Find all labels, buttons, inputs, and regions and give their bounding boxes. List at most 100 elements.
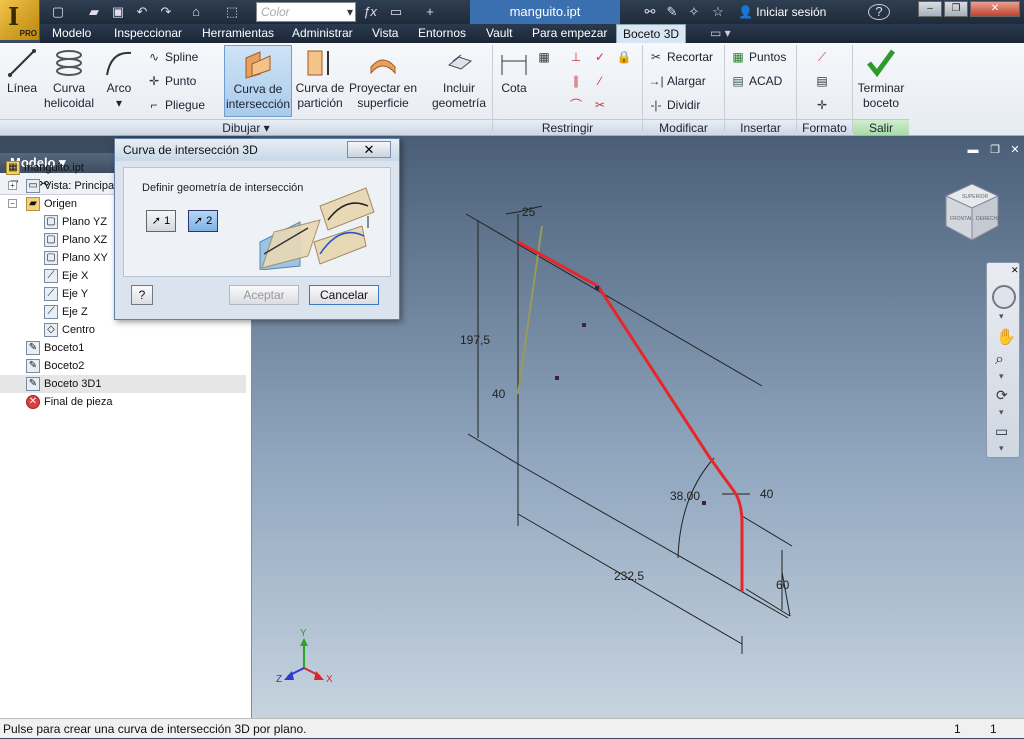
fix-constraint[interactable]: 🔒 — [616, 47, 635, 67]
terminar-boceto-button[interactable]: Terminar boceto — [856, 47, 906, 111]
coincident-constraint[interactable]: ✓ — [592, 47, 611, 67]
panel-modificar: Modificar — [643, 119, 724, 135]
arco-label: Arco — [106, 81, 132, 95]
color-selector[interactable]: Color ▾ — [256, 2, 356, 22]
wrench-icon[interactable]: ✎ — [662, 3, 682, 21]
curva-interseccion-label-2: intersección — [225, 97, 291, 111]
viewcube[interactable]: SUPERIOR FRONTAL DERECHA — [940, 180, 1004, 244]
close-button[interactable]: ✕ — [970, 1, 1020, 17]
binoculars-icon[interactable]: ⚯ — [640, 3, 660, 21]
restore-button[interactable]: ❐ — [944, 1, 968, 17]
dialog-close-button[interactable]: ✕ — [347, 141, 391, 158]
intersection-curve — [517, 240, 744, 592]
panel-dibujar[interactable]: Dibujar ▾ — [0, 119, 492, 135]
viewport-minimize-icon[interactable]: ▬ — [966, 143, 980, 157]
sign-in-button[interactable]: 👤 Iniciar sesión — [738, 0, 826, 24]
zoom-icon[interactable]: ⌕ — [995, 351, 1004, 369]
tree-item-label: Eje Y — [62, 288, 89, 300]
construction-button[interactable]: ⟋ — [814, 47, 833, 67]
sketch-point — [595, 286, 599, 290]
tree-item-label: Final de pieza — [44, 396, 113, 408]
parallel-constraint[interactable]: ∥ — [568, 71, 587, 91]
expand-icon[interactable]: + — [8, 181, 17, 190]
split-icon: -|- — [650, 98, 662, 112]
tree-item[interactable]: ✎ Boceto 3D1 — [0, 375, 246, 393]
look-at-icon[interactable]: ▭ — [995, 423, 1008, 440]
viewport-restore-icon[interactable]: ❐ — [988, 143, 1002, 157]
application-menu-button[interactable]: I PRO — [0, 0, 40, 40]
tree-item[interactable]: ✎ Boceto1 — [0, 339, 246, 357]
curva-interseccion-button[interactable]: Curva de intersección — [224, 45, 292, 117]
plus-icon[interactable]: + — [420, 3, 440, 21]
arco-button[interactable]: Arco ▾ — [98, 47, 140, 111]
save-icon[interactable]: ▣ — [108, 3, 128, 21]
arc-icon — [106, 51, 132, 76]
ribbon-options-icon[interactable]: ▭ ▾ — [704, 24, 737, 43]
perpendicular-constraint[interactable]: ⊥ — [568, 47, 587, 67]
accept-button[interactable]: Aceptar — [229, 285, 299, 305]
tab-vista[interactable]: Vista — [366, 24, 404, 43]
tab-para-empezar[interactable]: Para empezar — [526, 24, 613, 43]
help-icon[interactable]: ? — [868, 4, 890, 20]
tree-item[interactable]: ✕ Final de pieza — [0, 393, 246, 411]
select-geometry-1-button[interactable]: ➚ 1 — [146, 210, 176, 232]
viewport-close-icon[interactable]: ✕ — [1008, 143, 1022, 157]
tab-modelo[interactable]: Modelo — [46, 24, 97, 43]
pliegue-button[interactable]: ⌐ Pliegue — [146, 95, 205, 115]
cancel-button[interactable]: Cancelar — [309, 285, 379, 305]
tangent-constraint[interactable]: ⌒ — [568, 95, 587, 115]
tab-herramientas[interactable]: Herramientas — [196, 24, 280, 43]
pan-hand-icon[interactable]: ✋ — [996, 327, 1016, 347]
recortar-button[interactable]: ✂ Recortar — [648, 47, 713, 67]
panel-restringir: Restringir — [493, 119, 642, 135]
dimension-40-left: 40 — [492, 387, 506, 401]
curva-particion-button[interactable]: Curva de partición — [294, 47, 346, 111]
tab-inspeccionar[interactable]: Inspeccionar — [108, 24, 188, 43]
tab-administrar[interactable]: Administrar — [286, 24, 359, 43]
tree-item[interactable]: ◇ Centro — [0, 321, 246, 339]
proyectar-button[interactable]: Proyectar en superficie — [348, 47, 418, 111]
punto-button[interactable]: ✛ Punto — [146, 71, 196, 91]
project-surface-icon — [370, 59, 396, 75]
linea-button[interactable]: Línea — [2, 47, 42, 96]
navbar-close-icon[interactable]: ✕ — [1011, 265, 1019, 276]
curva-helicoidal-button[interactable]: Curva helicoidal — [42, 47, 96, 111]
dividir-button[interactable]: -|- Dividir — [648, 95, 700, 115]
incluir-geometria-button[interactable]: Incluir geometría — [430, 47, 488, 111]
favorite-star-icon[interactable]: ☆ — [708, 3, 728, 21]
tree-item-label: Eje Z — [62, 306, 88, 318]
spline-button[interactable]: ∿ Spline — [146, 47, 198, 67]
minimize-button[interactable]: – — [918, 1, 942, 17]
tab-entornos[interactable]: Entornos — [412, 24, 472, 43]
centerpoint-button[interactable]: ✛ — [814, 95, 833, 115]
return-icon[interactable]: ⌂ — [186, 3, 206, 21]
constraint-tool-1[interactable]: ▦ — [536, 47, 555, 67]
smooth-icon: ✂ — [594, 98, 606, 112]
color-selector-value: Color — [261, 5, 290, 19]
select-filter-icon[interactable]: ⬚ — [222, 3, 242, 21]
puntos-button[interactable]: ▦ Puntos — [730, 47, 786, 67]
redo-icon[interactable]: ↷ — [156, 3, 176, 21]
tab-vault[interactable]: Vault — [480, 24, 518, 43]
open-folder-icon[interactable]: ▰ — [84, 3, 104, 21]
acad-button[interactable]: ▤ ACAD — [730, 71, 782, 91]
fx-parameters-icon[interactable]: ƒx — [360, 3, 380, 21]
coordinate-triad: Y X Z — [276, 628, 333, 685]
driven-dimension-button[interactable]: ▤ — [814, 71, 833, 91]
collapse-icon[interactable]: − — [8, 199, 17, 208]
collinear-constraint[interactable]: ⁄ — [592, 71, 611, 91]
steering-wheel-icon[interactable] — [992, 285, 1016, 309]
measure-icon[interactable]: ▭ — [386, 3, 406, 21]
satellite-icon[interactable]: ✧ — [684, 3, 704, 21]
new-file-icon[interactable]: ▢ — [48, 3, 68, 21]
undo-icon[interactable]: ↶ — [132, 3, 152, 21]
smooth-constraint[interactable]: ✂ — [592, 95, 611, 115]
select-geometry-2-button[interactable]: ➚ 2 — [188, 210, 218, 232]
tree-item[interactable]: ✎ Boceto2 — [0, 357, 246, 375]
tab-boceto-3d[interactable]: Boceto 3D — [616, 24, 687, 43]
panel-salir: Salir — [853, 119, 909, 135]
help-button[interactable]: ? — [131, 285, 153, 305]
cota-button[interactable]: Cota — [496, 47, 532, 96]
alargar-button[interactable]: →| Alargar — [648, 71, 705, 91]
orbit-icon[interactable]: ⟳ — [996, 387, 1008, 404]
